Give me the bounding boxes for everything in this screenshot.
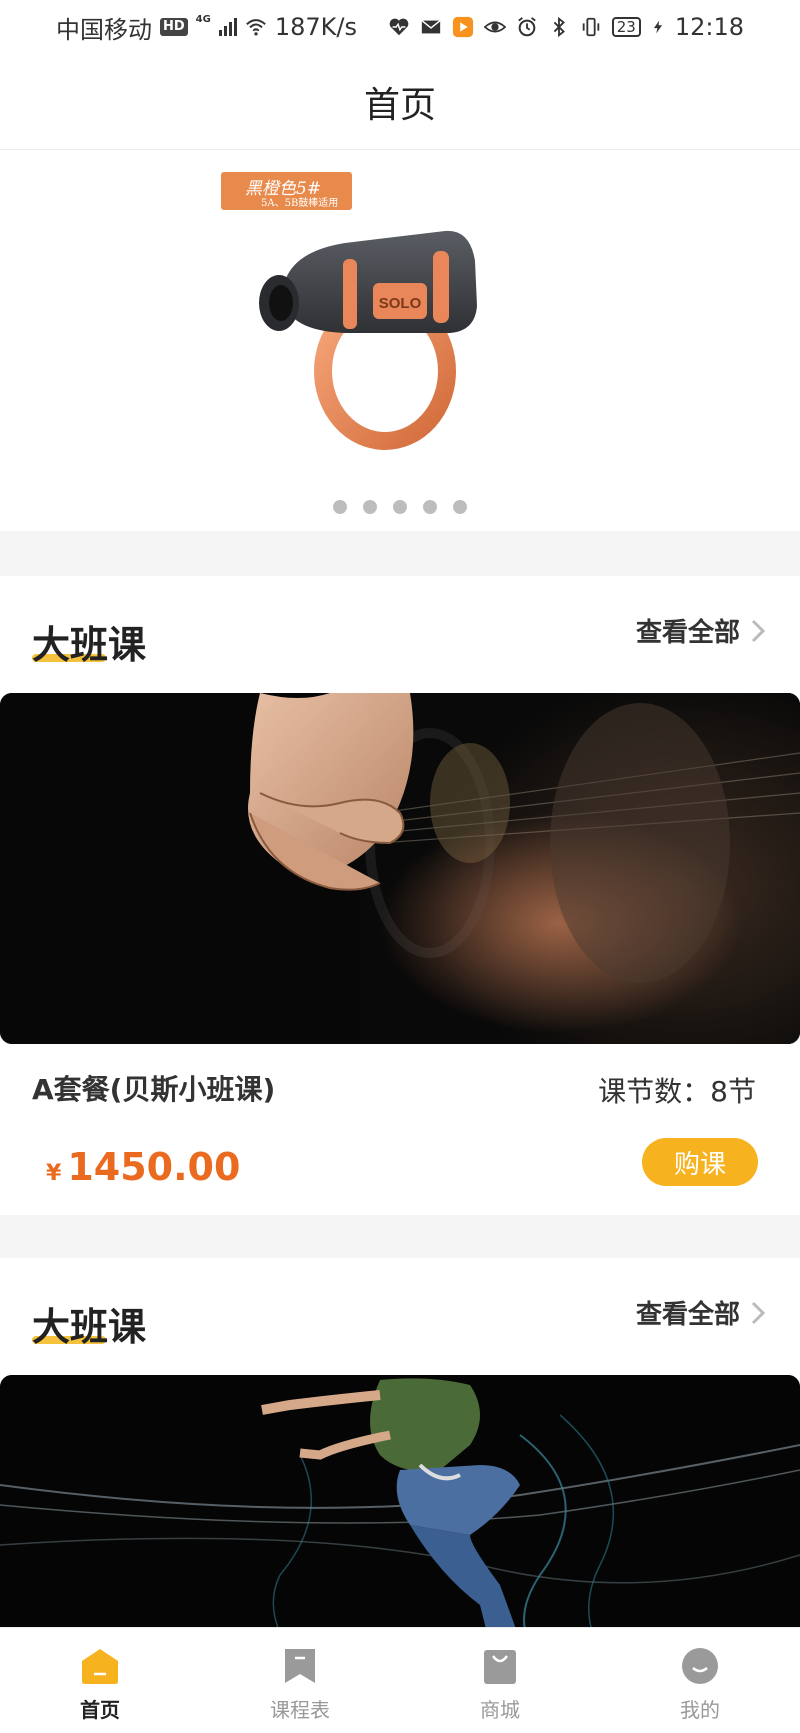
vibrate-icon bbox=[582, 17, 599, 37]
banner-carousel[interactable]: 黑橙色5# 5A、5B鼓棒适用 SOLO bbox=[0, 151, 800, 531]
tab-label: 首页 bbox=[80, 1698, 120, 1722]
tab-label: 商城 bbox=[480, 1698, 520, 1722]
section-title: 大班课 bbox=[32, 623, 147, 667]
section-title: 大班课 bbox=[32, 1305, 147, 1349]
carousel-dot[interactable] bbox=[453, 500, 467, 514]
network-type: 4G bbox=[195, 13, 211, 25]
course-name: A套餐(贝斯小班课) bbox=[32, 1073, 276, 1106]
section-divider bbox=[0, 1215, 800, 1258]
bookmark-icon bbox=[285, 1649, 315, 1683]
profile-icon bbox=[682, 1648, 718, 1684]
status-bar: 中国移动 HD 4G 187K/s 23 12:18 bbox=[0, 0, 800, 54]
tab-profile[interactable]: 我的 bbox=[600, 1628, 800, 1733]
chevron-right-icon bbox=[751, 619, 766, 642]
carousel-dot[interactable] bbox=[333, 500, 347, 514]
carousel-dot[interactable] bbox=[393, 500, 407, 514]
page-title: 首页 bbox=[363, 84, 436, 126]
wifi-icon bbox=[246, 19, 266, 36]
view-all-label: 查看全部 bbox=[635, 618, 740, 648]
mail-icon bbox=[421, 20, 441, 34]
banner-tag-subtitle: 5A、5B鼓棒适用 bbox=[261, 198, 339, 209]
net-speed: 187K/s bbox=[274, 13, 357, 41]
tab-shop[interactable]: 商城 bbox=[400, 1628, 600, 1733]
eye-icon bbox=[483, 21, 506, 33]
carousel-dot[interactable] bbox=[423, 500, 437, 514]
bottom-tab-bar: 首页 课程表 商城 我的 bbox=[0, 1627, 800, 1733]
bluetooth-icon bbox=[553, 16, 565, 38]
section-header: 大班课 查看全部 bbox=[0, 1258, 800, 1368]
view-all-link[interactable]: 查看全部 bbox=[636, 612, 766, 649]
section-header: 大班课 查看全部 bbox=[0, 576, 800, 686]
banner-tag: 黑橙色5# 5A、5B鼓棒适用 bbox=[221, 172, 352, 210]
course-cover-image[interactable] bbox=[0, 693, 800, 1044]
heart-rate-icon bbox=[389, 18, 409, 36]
section-divider bbox=[0, 531, 800, 576]
tab-home[interactable]: 首页 bbox=[0, 1628, 200, 1733]
tab-schedule[interactable]: 课程表 bbox=[200, 1628, 400, 1733]
course-lesson-count: 课节数：8节 bbox=[598, 1075, 756, 1108]
course-price: ¥ 1450.00 bbox=[46, 1145, 240, 1189]
product-brand-text: SOLO bbox=[379, 295, 422, 312]
view-all-label: 查看全部 bbox=[635, 1300, 740, 1330]
carousel-dot[interactable] bbox=[363, 500, 377, 514]
alarm-icon bbox=[517, 17, 536, 37]
price-amount: 1450.00 bbox=[67, 1145, 241, 1189]
view-all-link[interactable]: 查看全部 bbox=[636, 1294, 766, 1331]
buy-course-button[interactable]: 购课 bbox=[642, 1138, 758, 1186]
guitar-photo bbox=[0, 693, 800, 1044]
tab-label: 我的 bbox=[680, 1698, 720, 1722]
signal-icon bbox=[218, 18, 237, 36]
battery-icon: 23 bbox=[611, 17, 641, 37]
charging-icon bbox=[653, 20, 662, 34]
tab-label: 课程表 bbox=[270, 1698, 330, 1722]
chevron-right-icon bbox=[751, 1301, 766, 1324]
currency-symbol: ¥ bbox=[46, 1161, 62, 1186]
shopping-bag-icon bbox=[484, 1650, 516, 1684]
clock: 12:18 bbox=[674, 13, 744, 41]
carousel-indicator[interactable] bbox=[0, 500, 800, 514]
nav-bar: 首页 bbox=[0, 54, 800, 150]
home-icon bbox=[82, 1649, 118, 1684]
product-image: SOLO bbox=[259, 230, 477, 450]
carrier-label: 中国移动 bbox=[56, 15, 152, 44]
hd-badge: HD bbox=[160, 18, 188, 36]
app-notification-icon bbox=[452, 16, 473, 38]
